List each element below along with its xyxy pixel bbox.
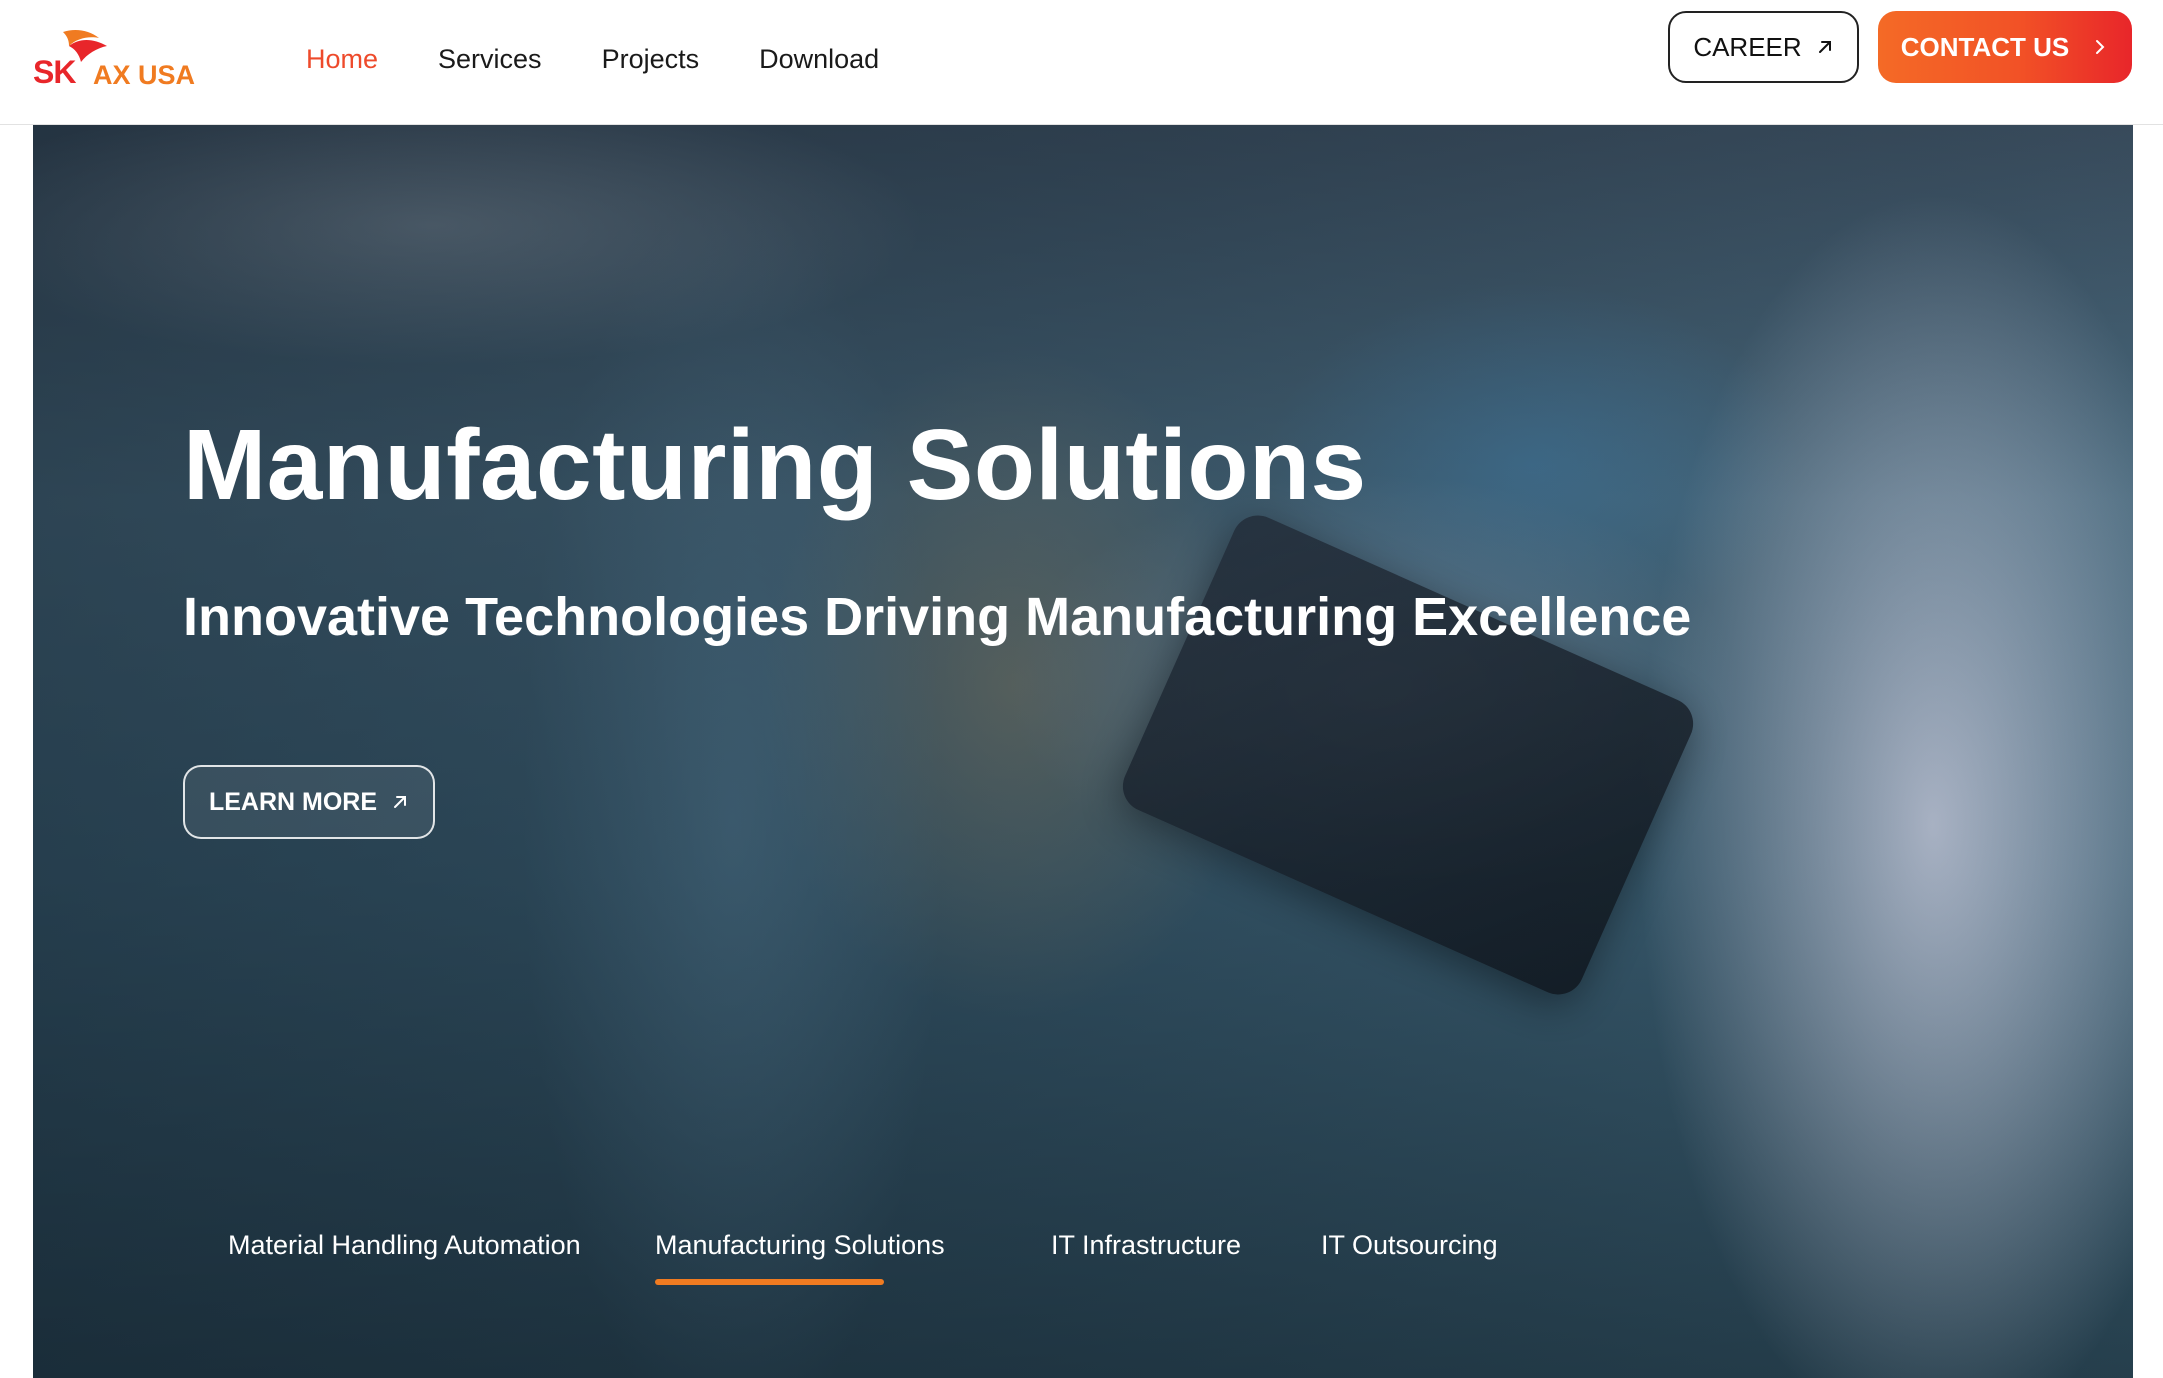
tab-label: IT Outsourcing <box>1321 1230 1498 1260</box>
tab-label: IT Infrastructure <box>1051 1230 1242 1260</box>
hero-overlay <box>33 125 2133 1378</box>
hero-subtitle: Innovative Technologies Driving Manufact… <box>183 587 1692 647</box>
arrow-up-right-icon <box>1818 41 1831 53</box>
nav-projects[interactable]: Projects <box>602 42 700 76</box>
career-button[interactable]: CAREER <box>1668 11 1859 83</box>
main-nav: Home Services Projects Download <box>306 42 939 76</box>
learn-more-button-label: LEARN MORE <box>208 787 378 816</box>
career-button-label: CAREER <box>1693 31 1802 62</box>
logo-suffix-text: AX USA <box>93 60 196 90</box>
tab-label: Material Handling Automation <box>228 1230 581 1260</box>
hero-banner: Manufacturing Solutions Innovative Techn… <box>33 125 2133 1378</box>
tab-it-infrastructure[interactable]: IT Infrastructure <box>1051 1230 1241 1261</box>
chevron-right-icon <box>2096 40 2105 54</box>
nav-services[interactable]: Services <box>438 42 542 76</box>
tab-it-outsourcing[interactable]: IT Outsourcing <box>1321 1230 1498 1261</box>
contact-us-button[interactable]: CONTACT US <box>1878 11 2132 83</box>
nav-home[interactable]: Home <box>306 42 378 76</box>
logo-sk-text: SK <box>33 54 76 90</box>
arrow-up-right-icon <box>394 796 407 808</box>
site-header: SK AX USA Home Services Projects Downloa… <box>0 0 2163 125</box>
tab-label: Manufacturing Solutions <box>655 1230 945 1260</box>
learn-more-button[interactable]: LEARN MORE <box>183 765 435 839</box>
sk-ax-usa-logo[interactable]: SK AX USA <box>33 26 196 92</box>
active-tab-indicator <box>655 1279 884 1285</box>
nav-download[interactable]: Download <box>759 42 879 76</box>
tab-manufacturing-solutions[interactable]: Manufacturing Solutions <box>655 1230 945 1285</box>
hero-title: Manufacturing Solutions <box>183 409 1367 521</box>
contact-us-button-label: CONTACT US <box>1900 31 2070 62</box>
tab-material-handling-automation[interactable]: Material Handling Automation <box>228 1230 581 1261</box>
